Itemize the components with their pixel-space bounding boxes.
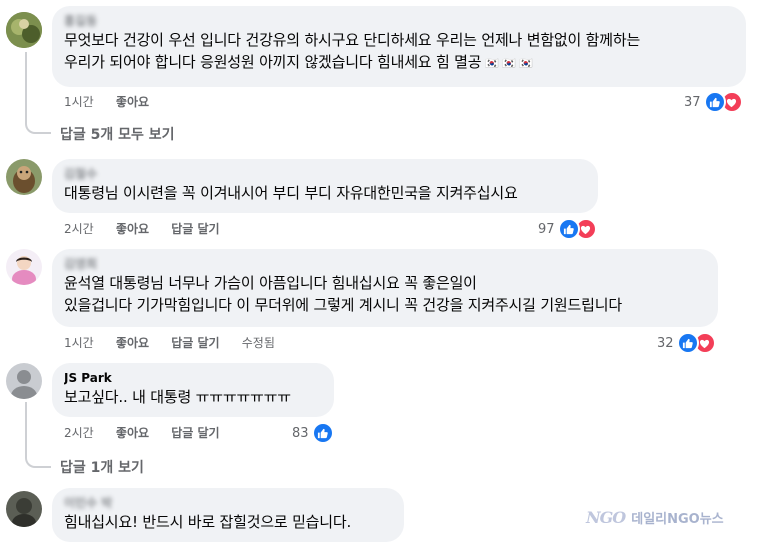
reply-button[interactable]: 답글 달기 (171, 336, 219, 350)
avatar[interactable] (6, 491, 42, 527)
comment-author[interactable]: 홍길동 (64, 14, 734, 29)
comment-bubble: JS Park 보고싶다.. 내 대통령 ㅠㅠㅠㅠㅠㅠㅠ (52, 363, 334, 417)
avatar-image (6, 249, 42, 285)
comment-actions: 1시간 좋아요 (64, 94, 167, 110)
view-replies-link[interactable]: 답글 5개 모두 보기 (60, 124, 175, 144)
comment-text-line: 보고싶다.. 내 대통령 ㅠㅠㅠㅠㅠㅠㅠ (64, 388, 291, 406)
reaction-count: 97 (538, 221, 555, 237)
reaction-summary[interactable]: 97 (538, 218, 597, 240)
avatar-image (6, 12, 42, 48)
comment-author[interactable]: 김철수 (64, 167, 586, 182)
comment-text-line: 우리가 되어야 합니다 응원성원 아끼지 않겠습니다 힘내세요 힘 멸공 🇰🇷 🇰… (64, 53, 533, 71)
avatar[interactable] (6, 363, 42, 399)
like-button[interactable]: 좋아요 (116, 95, 149, 109)
like-reaction-icon (311, 422, 334, 444)
like-button[interactable]: 좋아요 (116, 336, 149, 350)
avatar[interactable] (6, 12, 42, 48)
like-reaction-icon (703, 91, 726, 113)
comment-author[interactable]: JS Park (64, 371, 322, 386)
edited-label: 수정됨 (241, 336, 275, 350)
reaction-count: 37 (684, 94, 701, 110)
reply-thread-line (25, 52, 51, 134)
view-replies-link[interactable]: 답글 1개 보기 (60, 457, 144, 477)
reaction-summary[interactable]: 37 (684, 91, 743, 113)
like-button[interactable]: 좋아요 (116, 426, 149, 440)
comment-time[interactable]: 2시간 (64, 222, 94, 236)
comment-actions: 1시간 좋아요 답글 달기 수정됨 (64, 335, 293, 351)
reply-button[interactable]: 답글 달기 (171, 222, 219, 236)
comment-time[interactable]: 1시간 (64, 95, 94, 109)
watermark-logo: NGO (586, 507, 626, 527)
reaction-summary[interactable]: 32 (657, 332, 716, 354)
comment-text-line: 윤석열 대통령님 너무나 가슴이 아픔입니다 힘내십시요 꼭 좋은일이 (64, 274, 477, 292)
comment-author[interactable]: 김영희 (64, 257, 706, 272)
reaction-count: 83 (292, 425, 309, 441)
comment-bubble: 김영희 윤석열 대통령님 너무나 가슴이 아픔입니다 힘내십시요 꼭 좋은일이 … (52, 249, 718, 327)
flag-emoji: 🇰🇷 🇰🇷 🇰🇷 (485, 57, 533, 70)
avatar[interactable] (6, 249, 42, 285)
comment-text-line: 힘내십시요! 반드시 바로 잡힐것으로 믿습니다. (64, 513, 352, 531)
reaction-count: 32 (657, 335, 674, 351)
comment-actions: 2시간 좋아요 답글 달기 (64, 221, 238, 237)
comment-time[interactable]: 2시간 (64, 426, 94, 440)
watermark: NGO 데일리NGO뉴스 (586, 505, 724, 529)
comment-bubble: 홍길동 무엇보다 건강이 우선 입니다 건강유의 하시구요 단디하세요 우리는 … (52, 6, 746, 87)
reply-button[interactable]: 답글 달기 (171, 426, 219, 440)
comment-author[interactable]: 이민수 박 (64, 496, 392, 511)
comment-text-line: 무엇보다 건강이 우선 입니다 건강유의 하시구요 단디하세요 우리는 언제나 … (64, 31, 641, 49)
comment-bubble: 이민수 박 힘내십시요! 반드시 바로 잡힐것으로 믿습니다. (52, 488, 404, 542)
like-button[interactable]: 좋아요 (116, 222, 149, 236)
avatar-image (6, 491, 42, 527)
watermark-text: 데일리NGO뉴스 (631, 511, 724, 527)
reply-thread-line (25, 402, 51, 468)
comment-text-line: 대통령님 이시련을 꼭 이겨내시어 부디 부디 자유대한민국을 지켜주십시요 (64, 184, 518, 202)
avatar-image (6, 159, 42, 195)
comment-text-line: 있을겁니다 기가막힘입니다 이 무더위에 그렇게 계시니 꼭 건강을 지켜주시길… (64, 296, 622, 314)
like-reaction-icon (557, 218, 580, 240)
avatar[interactable] (6, 159, 42, 195)
comment-bubble: 김철수 대통령님 이시련을 꼭 이겨내시어 부디 부디 자유대한민국을 지켜주십… (52, 159, 598, 213)
reaction-summary[interactable]: 83 (292, 422, 334, 444)
comment-time[interactable]: 1시간 (64, 336, 94, 350)
like-reaction-icon (676, 332, 699, 354)
default-avatar-icon (6, 363, 42, 399)
comment-actions: 2시간 좋아요 답글 달기 (64, 425, 238, 441)
